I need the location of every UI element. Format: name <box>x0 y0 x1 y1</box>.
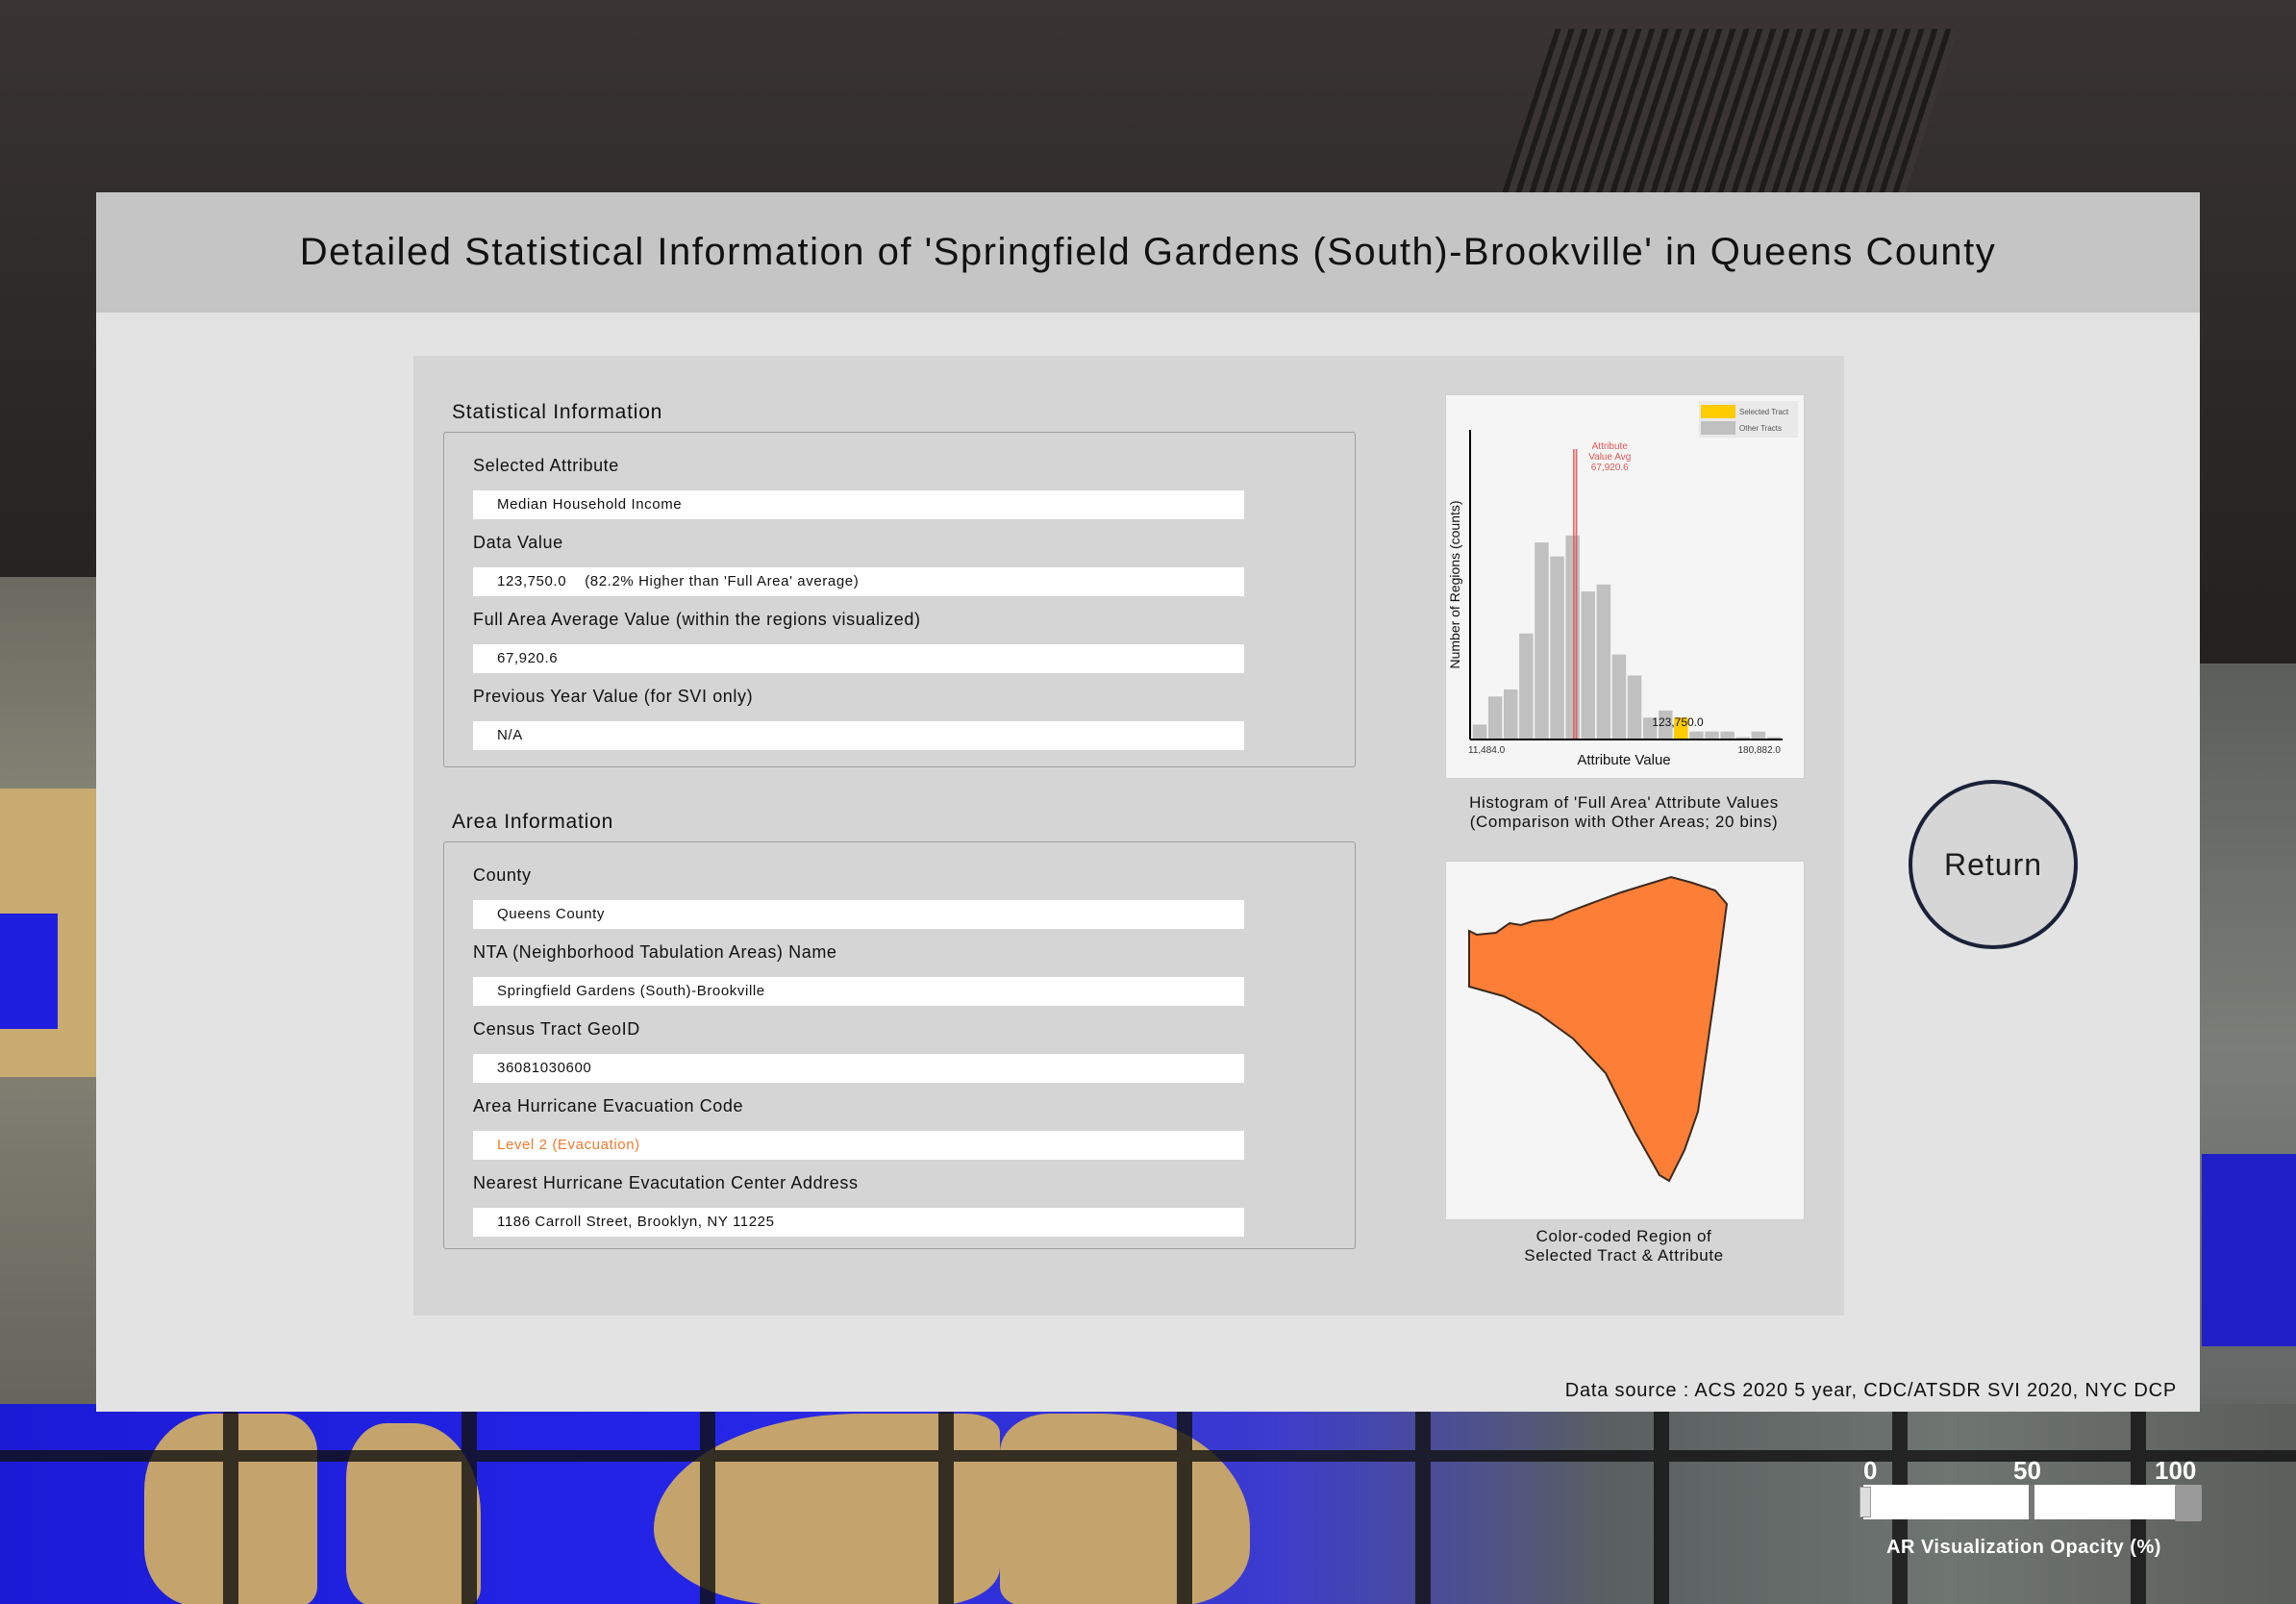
legend-swatch-selected <box>1701 405 1735 418</box>
histogram-bar <box>1627 675 1642 739</box>
selected-value-label: 123,750.0 <box>1652 715 1704 729</box>
histogram-bar <box>1735 737 1750 739</box>
average-label-line: 67,920.6 <box>1591 463 1629 473</box>
histogram-caption-line: (Comparison with Other Areas; 20 bins) <box>1469 813 1779 831</box>
histogram-caption: Histogram of 'Full Area' Attribute Value… <box>1413 793 1834 832</box>
region-map-caption-line: Selected Tract & Attribute <box>1524 1246 1724 1265</box>
field-label-census-tract: Census Tract GeoID <box>473 1019 640 1039</box>
slider-tick-label: 0 <box>1863 1456 1878 1485</box>
histogram-bar <box>1596 584 1611 739</box>
field-value-data-value: 123,750.0 (82.2% Higher than 'Full Area'… <box>473 567 1244 596</box>
field-value-full-area-average: 67,920.6 <box>473 644 1244 673</box>
region-map-caption-line: Color-coded Region of <box>1535 1227 1712 1245</box>
x-max-tick-label: 180,882.0 <box>1738 745 1782 756</box>
area-fieldset: County Queens County NTA (Neighborhood T… <box>443 841 1356 1249</box>
field-value-evacuation-center: 1186 Carroll Street, Brooklyn, NY 11225 <box>473 1208 1244 1237</box>
histogram-chart: Attribute Value Avg 67,920.6 123,750.0 1… <box>1445 394 1805 779</box>
field-value-selected-attribute: Median Household Income <box>473 490 1244 519</box>
stats-section-title: Statistical Information <box>452 401 663 423</box>
data-source-text: Data source : ACS 2020 5 year, CDC/ATSDR… <box>1564 1380 2177 1401</box>
histogram-bar <box>1766 737 1782 739</box>
histogram-bar <box>1565 535 1580 739</box>
histogram-caption-line: Histogram of 'Full Area' Attribute Value… <box>1469 793 1779 812</box>
average-line-fill <box>1573 449 1577 739</box>
histogram-bar <box>1720 731 1734 739</box>
histogram-bar <box>1519 633 1534 739</box>
average-label-line: Value Avg <box>1588 452 1631 463</box>
field-label-full-area-average: Full Area Average Value (within the regi… <box>473 610 921 629</box>
slider-track[interactable] <box>1863 1485 2190 1519</box>
field-label-previous-year: Previous Year Value (for SVI only) <box>473 687 754 706</box>
field-label-evacuation-code: Area Hurricane Evacuation Code <box>473 1096 744 1115</box>
legend-swatch-other <box>1701 421 1735 435</box>
histogram-bar <box>1487 696 1503 739</box>
histogram-bar <box>1705 731 1719 739</box>
panel-header: Detailed Statistical Information of 'Spr… <box>96 192 2200 313</box>
region-map-svg <box>1468 875 1729 1183</box>
field-label-data-value: Data Value <box>473 533 563 552</box>
x-min-tick-label: 11,484.0 <box>1468 745 1506 756</box>
x-axis-label: Attribute Value <box>1577 752 1670 768</box>
detail-content: Statistical Information Selected Attribu… <box>413 356 1844 1316</box>
field-value-census-tract: 36081030600 <box>473 1054 1244 1083</box>
field-label-selected-attribute: Selected Attribute <box>473 456 619 475</box>
slider-min-marker <box>1859 1487 1871 1517</box>
ceiling-vent <box>1502 29 1959 192</box>
area-section-title: Area Information <box>452 811 614 833</box>
field-value-county: Queens County <box>473 900 1244 929</box>
histogram-bar <box>1504 689 1518 739</box>
panel-title: Detailed Statistical Information of 'Spr… <box>299 231 1997 273</box>
map-water-overlay <box>0 914 58 1029</box>
field-label-evacuation-center: Nearest Hurricane Evacutation Center Add… <box>473 1173 859 1192</box>
map-water-overlay <box>2202 1154 2296 1346</box>
chart-legend: Selected Tract Other Tracts <box>1699 401 1798 438</box>
region-map <box>1445 861 1805 1220</box>
field-value-previous-year: N/A <box>473 721 1244 750</box>
histogram-bar <box>1550 556 1564 739</box>
field-label-county: County <box>473 865 532 885</box>
slider-divider <box>2029 1485 2034 1519</box>
histogram-bar <box>1472 724 1487 739</box>
y-axis-label: Number of Regions (counts) <box>1447 500 1462 668</box>
slider-tick-label: 50 <box>2013 1456 2041 1485</box>
legend-label-other: Other Tracts <box>1739 424 1782 433</box>
slider-label: AR Visualization Opacity (%) <box>1886 1537 2161 1558</box>
legend-label-selected: Selected Tract <box>1739 408 1789 416</box>
histogram-bar <box>1751 731 1766 739</box>
opacity-slider[interactable]: 0 50 100 AR Visualization Opacity (%) <box>1856 1452 2211 1567</box>
average-line <box>1573 449 1578 739</box>
histogram-bar <box>1611 654 1627 739</box>
region-shape <box>1468 875 1729 1183</box>
slider-handle[interactable] <box>2175 1485 2202 1521</box>
average-label-line: Attribute <box>1592 441 1629 452</box>
histogram-bar <box>1581 591 1595 739</box>
stats-fieldset: Selected Attribute Median Household Inco… <box>443 432 1356 767</box>
detail-panel: Detailed Statistical Information of 'Spr… <box>96 192 2200 1412</box>
histogram-svg: Attribute Value Avg 67,920.6 123,750.0 1… <box>1447 401 1798 768</box>
histogram-bar <box>1689 731 1704 739</box>
field-value-nta-name: Springfield Gardens (South)-Brookville <box>473 977 1244 1006</box>
histogram-bar <box>1535 542 1549 739</box>
return-button[interactable]: Return <box>1909 780 2078 949</box>
histogram-bars <box>1472 535 1782 739</box>
field-value-evacuation-code: Level 2 (Evacuation) <box>473 1131 1244 1160</box>
field-label-nta-name: NTA (Neighborhood Tabulation Areas) Name <box>473 942 837 962</box>
region-map-caption: Color-coded Region of Selected Tract & A… <box>1413 1227 1834 1266</box>
slider-tick-label: 100 <box>2155 1456 2197 1485</box>
